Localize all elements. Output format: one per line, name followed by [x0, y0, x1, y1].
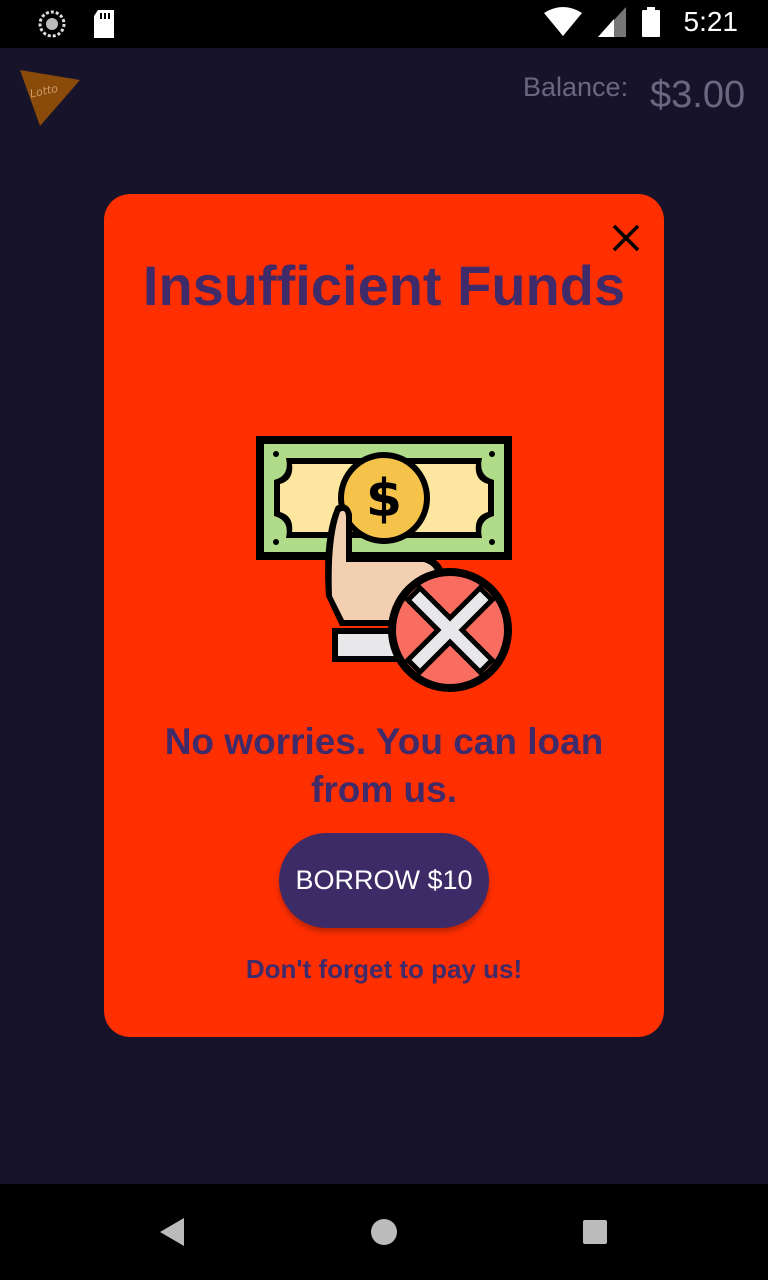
lotto-logo[interactable]: Lotto	[18, 68, 82, 128]
status-right: 5:21	[543, 6, 739, 38]
borrow-button[interactable]: BORROW $10	[279, 833, 489, 928]
balance-label: Balance:	[523, 72, 629, 102]
dialog-title: Insufficient Funds	[142, 254, 626, 317]
no-money-icon: $	[256, 436, 512, 692]
back-icon[interactable]	[158, 1216, 186, 1248]
status-left	[38, 10, 116, 38]
sd-card-icon	[94, 10, 114, 38]
loan-message: No worries. You can loan from us.	[164, 721, 604, 810]
navigation-bar	[0, 1184, 768, 1280]
pay-reminder: Don't forget to pay us!	[245, 954, 523, 984]
close-icon[interactable]	[610, 222, 642, 254]
svg-text:$: $	[366, 469, 402, 529]
insufficient-funds-dialog: Insufficient Funds $ No worries. You can…	[104, 194, 664, 1037]
home-icon[interactable]	[370, 1218, 398, 1246]
balance-value: $3.00	[650, 74, 746, 116]
wifi-icon	[543, 7, 582, 36]
signal-icon	[597, 7, 626, 37]
recents-icon[interactable]	[582, 1219, 608, 1245]
app-bar: Lotto Balance: $3.00	[0, 48, 768, 148]
battery-icon	[641, 7, 660, 37]
clock: 5:21	[683, 6, 739, 37]
status-bar: 5:21	[0, 0, 768, 48]
loading-icon	[38, 10, 66, 38]
